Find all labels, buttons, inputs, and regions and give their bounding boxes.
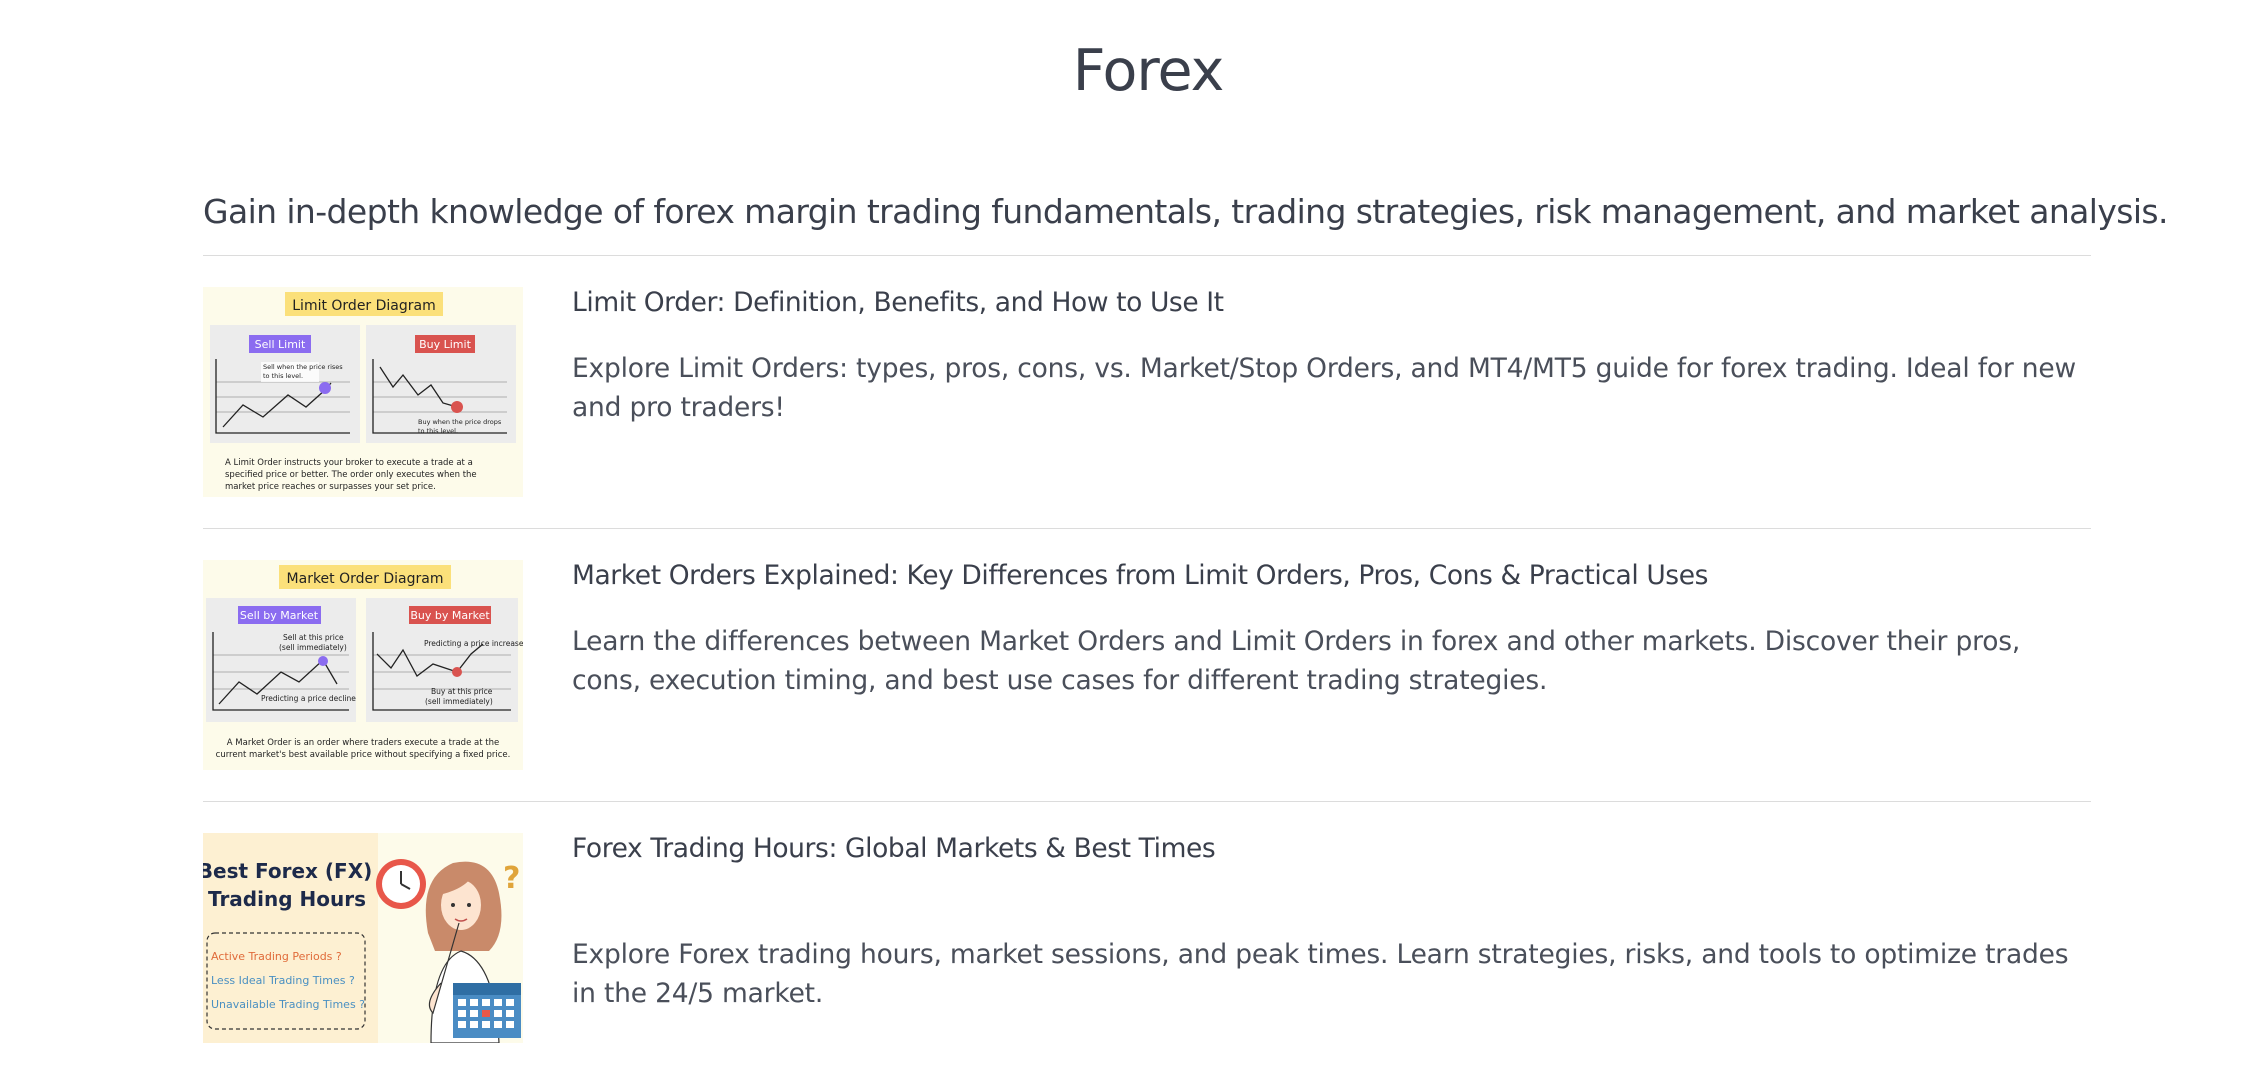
- svg-text:Sell by Market: Sell by Market: [240, 609, 319, 622]
- svg-text:Sell Limit: Sell Limit: [255, 338, 306, 351]
- article-title-link[interactable]: Limit Order: Definition, Benefits, and H…: [572, 287, 1224, 318]
- svg-text:Predicting a price decline: Predicting a price decline: [261, 694, 356, 703]
- svg-text:market price reaches or surpas: market price reaches or surpasses your s…: [225, 482, 436, 492]
- svg-text:Predicting a price increase: Predicting a price increase: [424, 639, 523, 648]
- svg-text:Sell when the price rises: Sell when the price rises: [263, 363, 343, 371]
- article-thumbnail[interactable]: Best Forex (FX) Trading Hours Active Tra…: [203, 833, 523, 1043]
- svg-text:current market's best availabl: current market's best available price wi…: [216, 750, 511, 760]
- divider: [203, 801, 2091, 802]
- svg-text:A Limit Order instructs your b: A Limit Order instructs your broker to e…: [225, 458, 473, 468]
- svg-text:Unavailable Trading Times ?: Unavailable Trading Times ?: [211, 998, 365, 1011]
- svg-text:Active Trading Periods ?: Active Trading Periods ?: [211, 950, 342, 963]
- article-thumbnail[interactable]: Limit Order Diagram Sell Limit Buy Limit…: [203, 287, 523, 497]
- svg-text:(sell immediately): (sell immediately): [425, 697, 493, 706]
- svg-text:to this level.: to this level.: [263, 372, 303, 380]
- limit-order-diagram-image: Limit Order Diagram Sell Limit Buy Limit…: [203, 287, 523, 497]
- svg-text:A Market Order is an order whe: A Market Order is an order where traders…: [227, 738, 499, 748]
- svg-text:Less Ideal Trading Times ?: Less Ideal Trading Times ?: [211, 974, 355, 987]
- svg-text:Buy by Market: Buy by Market: [410, 609, 490, 622]
- svg-text:Best Forex (FX): Best Forex (FX): [203, 859, 372, 883]
- svg-text:specified price or better. The: specified price or better. The order onl…: [225, 470, 477, 480]
- svg-text:Trading Hours: Trading Hours: [208, 887, 366, 911]
- svg-text:Buy Limit: Buy Limit: [419, 338, 471, 351]
- trading-hours-image: Best Forex (FX) Trading Hours Active Tra…: [203, 833, 523, 1043]
- article-title-link[interactable]: Market Orders Explained: Key Differences…: [572, 560, 1708, 591]
- svg-text:Buy at this price: Buy at this price: [431, 687, 493, 696]
- page-intro: Gain in-depth knowledge of forex margin …: [203, 192, 2169, 231]
- svg-text:Buy when the price drops: Buy when the price drops: [418, 418, 502, 426]
- article-description: Learn the differences between Market Ord…: [572, 626, 2021, 696]
- svg-text:Market Order Diagram: Market Order Diagram: [287, 571, 444, 587]
- article-description: Explore Forex trading hours, market sess…: [572, 939, 2069, 1009]
- thumb-heading: Limit Order Diagram: [292, 298, 436, 314]
- article-card[interactable]: Limit Order Diagram Sell Limit Buy Limit…: [203, 287, 2091, 497]
- article-thumbnail[interactable]: Market Order Diagram Sell by Market Buy …: [203, 560, 523, 770]
- article-title-link[interactable]: Forex Trading Hours: Global Markets & Be…: [572, 833, 1216, 864]
- market-order-diagram-image: Market Order Diagram Sell by Market Buy …: [203, 560, 523, 770]
- divider: [203, 255, 2091, 256]
- question-mark-icon: ?: [503, 861, 520, 896]
- svg-text:Sell at this price: Sell at this price: [283, 633, 344, 642]
- page-title: Forex: [1072, 38, 1225, 104]
- svg-text:to this level.: to this level.: [418, 427, 458, 435]
- article-card[interactable]: Best Forex (FX) Trading Hours Active Tra…: [203, 833, 2091, 1043]
- article-description: Explore Limit Orders: types, pros, cons,…: [572, 353, 2076, 423]
- article-card[interactable]: Market Order Diagram Sell by Market Buy …: [203, 560, 2091, 770]
- svg-text:(sell immediately): (sell immediately): [279, 643, 347, 652]
- divider: [203, 528, 2091, 529]
